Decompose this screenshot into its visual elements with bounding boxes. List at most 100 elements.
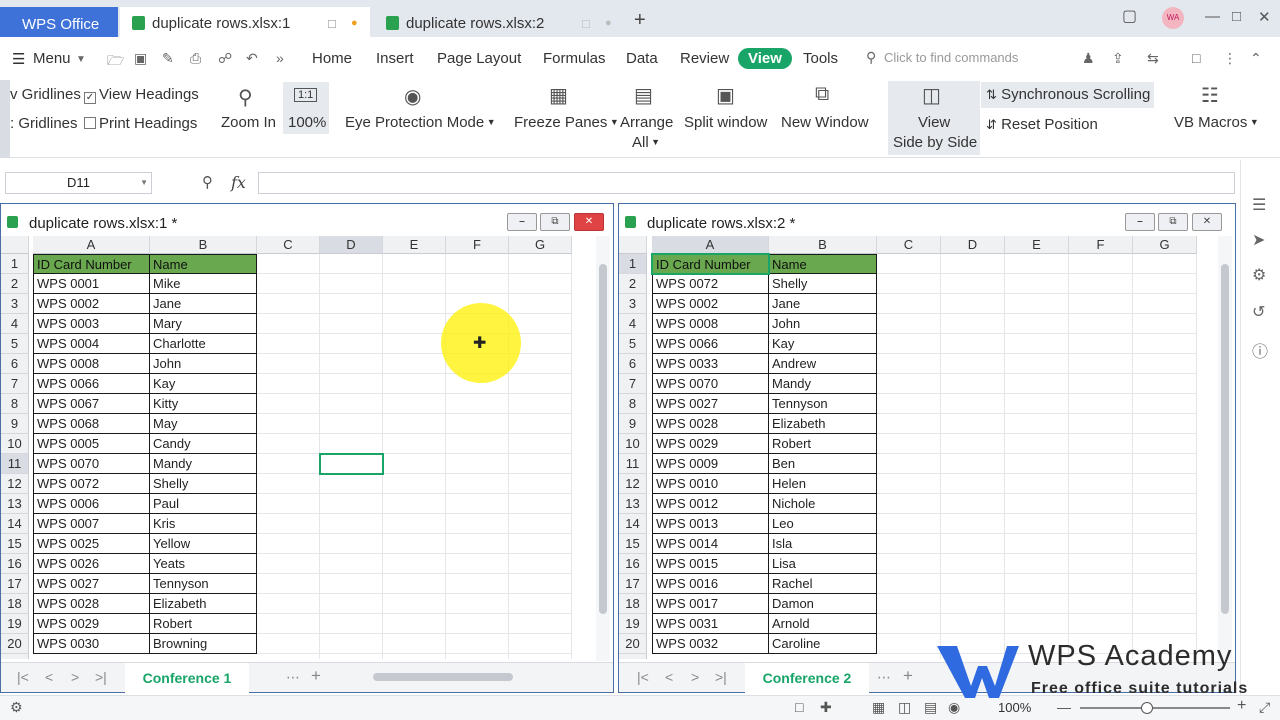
restore-icon[interactable]: ⧉ bbox=[540, 213, 570, 231]
row-header[interactable]: 19 bbox=[1, 614, 29, 634]
data-cell[interactable]: Arnold bbox=[769, 614, 877, 634]
data-cell[interactable]: WPS 0067 bbox=[33, 394, 150, 414]
help-icon[interactable]: ⓘ bbox=[1252, 338, 1268, 362]
share-icon[interactable]: ♟ bbox=[1082, 50, 1095, 67]
data-cell[interactable]: WPS 0068 bbox=[33, 414, 150, 434]
row-header[interactable]: 21 bbox=[619, 654, 647, 659]
header-cell[interactable]: Name bbox=[150, 254, 257, 274]
row-header[interactable]: 14 bbox=[619, 514, 647, 534]
column-header[interactable]: D bbox=[320, 236, 383, 254]
column-header[interactable]: F bbox=[446, 236, 509, 254]
more-sheets-icon[interactable]: ⋯ bbox=[877, 669, 891, 686]
data-cell[interactable]: WPS 0027 bbox=[33, 574, 150, 594]
row-header[interactable]: 12 bbox=[1, 474, 29, 494]
sheet-grid-2[interactable]: A B C D E F G 1 ID Card Number Name 2 WPS 0072 Shell… bbox=[619, 236, 1217, 659]
data-cell[interactable]: Mandy bbox=[150, 454, 257, 474]
name-box[interactable]: D11 ▼ bbox=[5, 172, 152, 194]
data-cell[interactable]: Mandy bbox=[769, 374, 877, 394]
column-header[interactable]: C bbox=[877, 236, 941, 254]
close-icon[interactable]: ✕ bbox=[1258, 8, 1271, 26]
arrange-all-line2[interactable]: All ▼ bbox=[632, 134, 660, 151]
column-header[interactable]: C bbox=[257, 236, 320, 254]
data-cell[interactable]: WPS 0005 bbox=[33, 434, 150, 454]
row-header[interactable]: 11 bbox=[1, 454, 29, 474]
data-cell[interactable]: WPS 0010 bbox=[652, 474, 769, 494]
row-header[interactable]: 19 bbox=[619, 614, 647, 634]
data-cell[interactable]: Damon bbox=[769, 594, 877, 614]
row-header[interactable]: 9 bbox=[619, 414, 647, 434]
row-header[interactable]: 12 bbox=[619, 474, 647, 494]
row-header[interactable]: 21 bbox=[1, 654, 29, 659]
data-cell[interactable]: Kitty bbox=[150, 394, 257, 414]
zoom-slider-track[interactable] bbox=[1080, 707, 1230, 709]
settings-sliders-icon[interactable]: ⚙ bbox=[1252, 265, 1266, 285]
data-cell[interactable]: WPS 0003 bbox=[33, 314, 150, 334]
data-cell[interactable]: Caroline bbox=[769, 634, 877, 654]
new-tab-button[interactable]: + bbox=[634, 9, 646, 32]
row-header[interactable]: 20 bbox=[619, 634, 647, 654]
data-cell[interactable]: Rachel bbox=[769, 574, 877, 594]
data-cell[interactable]: Kay bbox=[150, 374, 257, 394]
data-cell[interactable]: WPS 0012 bbox=[652, 494, 769, 514]
data-cell[interactable]: Charlotte bbox=[150, 334, 257, 354]
row-header[interactable]: 3 bbox=[619, 294, 647, 314]
vb-macros-button[interactable]: VB Macros ▼ bbox=[1174, 114, 1259, 131]
data-cell[interactable]: WPS 0016 bbox=[652, 574, 769, 594]
column-header[interactable]: D bbox=[941, 236, 1005, 254]
horizontal-scroll-thumb[interactable] bbox=[373, 673, 513, 681]
chevron-down-icon[interactable]: ▼ bbox=[76, 54, 86, 65]
data-cell[interactable]: WPS 0066 bbox=[652, 334, 769, 354]
row-header[interactable]: 2 bbox=[619, 274, 647, 294]
data-cell[interactable]: Jane bbox=[769, 294, 877, 314]
upload-icon[interactable]: ⇪ bbox=[1112, 50, 1124, 67]
row-header[interactable]: 6 bbox=[1, 354, 29, 374]
hamburger-icon[interactable]: ☰ bbox=[12, 50, 25, 68]
select-all-corner[interactable] bbox=[619, 236, 647, 254]
data-cell[interactable]: WPS 0072 bbox=[652, 274, 769, 294]
data-cell[interactable]: WPS 0031 bbox=[652, 614, 769, 634]
header-cell[interactable]: ID Card Number bbox=[33, 254, 150, 274]
data-cell[interactable]: Andrew bbox=[769, 354, 877, 374]
menu-view[interactable]: View bbox=[738, 48, 792, 69]
row-header[interactable]: 5 bbox=[619, 334, 647, 354]
multi-window-icon[interactable]: ▢ bbox=[1122, 6, 1137, 26]
fullscreen-icon[interactable]: ⤢ bbox=[1259, 699, 1270, 716]
view-side-by-side-button[interactable]: View bbox=[918, 114, 950, 131]
column-header[interactable]: E bbox=[383, 236, 446, 254]
row-header[interactable]: 9 bbox=[1, 414, 29, 434]
print-headings-checkbox[interactable]: Print Headings bbox=[84, 115, 197, 132]
data-cell[interactable]: WPS 0014 bbox=[652, 534, 769, 554]
data-cell[interactable]: John bbox=[150, 354, 257, 374]
normal-view-icon[interactable]: ▦ bbox=[872, 699, 885, 716]
sync-icon[interactable]: ⇆ bbox=[1147, 50, 1159, 67]
zoom-slider-handle[interactable] bbox=[1141, 702, 1153, 714]
data-cell[interactable]: WPS 0008 bbox=[652, 314, 769, 334]
open-folder-icon[interactable]: 🗁 bbox=[107, 50, 124, 74]
collapse-ribbon-icon[interactable]: ⌃ bbox=[1250, 50, 1262, 67]
data-cell[interactable]: Kay bbox=[769, 334, 877, 354]
data-cell[interactable]: WPS 0001 bbox=[33, 274, 150, 294]
data-cell[interactable]: Ben bbox=[769, 454, 877, 474]
data-cell[interactable]: May bbox=[150, 414, 257, 434]
row-header[interactable]: 16 bbox=[619, 554, 647, 574]
freeze-icon[interactable]: ✚ bbox=[820, 699, 832, 716]
wps-office-tab[interactable]: WPS Office bbox=[0, 7, 118, 37]
row-header[interactable]: 7 bbox=[1, 374, 29, 394]
fx-icon[interactable]: fx bbox=[231, 173, 246, 192]
data-cell[interactable]: Paul bbox=[150, 494, 257, 514]
data-cell[interactable]: WPS 0004 bbox=[33, 334, 150, 354]
data-cell[interactable]: WPS 0002 bbox=[652, 294, 769, 314]
view-side-by-side-line2[interactable]: Side by Side bbox=[893, 134, 977, 151]
zoom-100-button[interactable]: 100% bbox=[288, 114, 326, 131]
window-1-titlebar[interactable]: duplicate rows.xlsx:1 * ⎯ ⧉ ✕ bbox=[1, 204, 613, 236]
data-cell[interactable]: WPS 0028 bbox=[652, 414, 769, 434]
data-cell[interactable]: Leo bbox=[769, 514, 877, 534]
first-sheet-icon[interactable]: |< bbox=[637, 669, 649, 685]
data-cell[interactable]: WPS 0029 bbox=[652, 434, 769, 454]
more-sheets-icon[interactable]: ⋯ bbox=[286, 669, 300, 686]
column-header[interactable]: E bbox=[1005, 236, 1069, 254]
row-header[interactable]: 1 bbox=[1, 254, 29, 274]
row-header[interactable]: 15 bbox=[1, 534, 29, 554]
minimize-icon[interactable]: ⎯ bbox=[507, 213, 537, 231]
reset-position-button[interactable]: ⇵ Reset Position bbox=[986, 116, 1098, 133]
